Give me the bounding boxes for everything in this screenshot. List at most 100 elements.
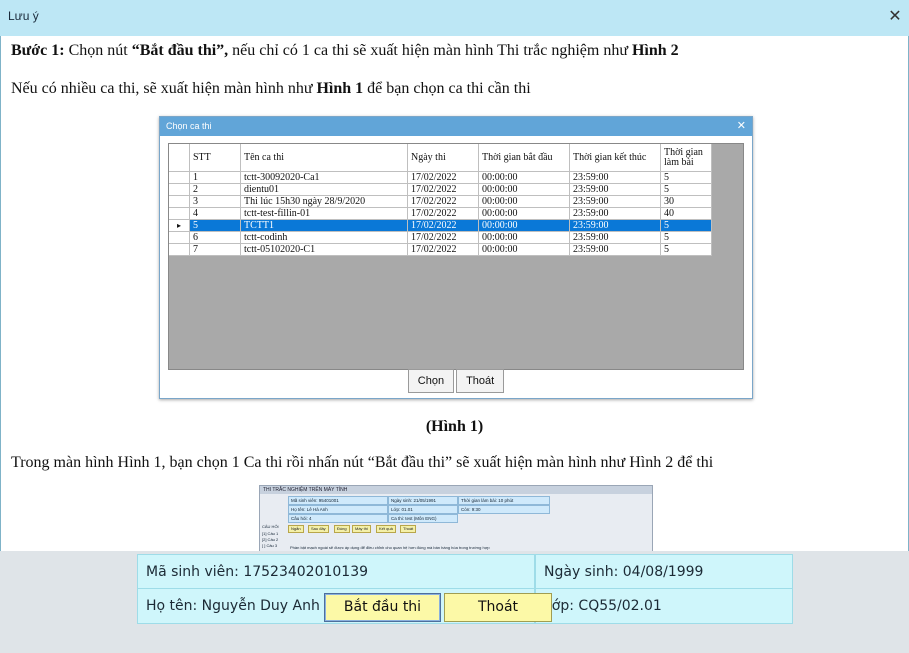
column-header: Tên ca thi — [240, 144, 408, 172]
table-row: 4 tctt-test-fillin-01 17/02/2022 00:00:00 23… — [169, 207, 712, 220]
close-icon[interactable]: ✕ — [885, 5, 905, 29]
exit-button: Thoát — [456, 369, 505, 393]
thumb-button: Ngắn — [288, 525, 304, 533]
instruction-text: Nếu có nhiều ca thi, sẽ xuất hiện màn hì… — [11, 80, 317, 97]
table-cell: 5 — [660, 243, 712, 256]
row-header — [169, 183, 190, 196]
table-cell: 23:59:00 — [569, 219, 661, 232]
column-header: Thời gian kết thúc — [569, 144, 661, 172]
table-row: ▸ 5 TCTT1 17/02/2022 00:00:00 23:59:00 5 — [169, 219, 712, 232]
row-header — [169, 207, 190, 220]
instruction-text: Chọn nút — [64, 42, 132, 59]
table-row: 3 Thi lúc 15h30 ngày 28/9/2020 17/02/2022 0… — [169, 195, 712, 208]
table-cell: 00:00:00 — [478, 231, 570, 244]
dialog-buttons: Chọn Thoát — [160, 369, 752, 393]
table-cell: 4 — [189, 207, 241, 220]
current-row-arrow-icon: ▸ — [169, 219, 190, 232]
figure-1-reference: Hình 1 — [316, 80, 364, 97]
table-cell: 00:00:00 — [478, 207, 570, 220]
thumb-cell: Lớp: 01.01 — [388, 505, 458, 514]
thumb-button: Đúng — [334, 525, 350, 533]
table-cell: 00:00:00 — [478, 171, 570, 184]
table-cell: dientu01 — [240, 183, 408, 196]
table-cell: 1 — [189, 171, 241, 184]
instructions-panel: Bước 1: Chọn nút “Bắt đầu thi”, nếu chỉ … — [0, 36, 909, 553]
table-cell: 40 — [660, 207, 712, 220]
thumb-cell: Ngày sinh: 21/05/1991 — [388, 496, 458, 505]
table-cell: 2 — [189, 183, 241, 196]
start-exam-button[interactable]: Bắt đầu thi — [324, 593, 441, 622]
table-cell: tctt-30092020-Ca1 — [240, 171, 408, 184]
row-header — [169, 231, 190, 244]
table-cell: 5 — [660, 219, 712, 232]
table-cell: 17/02/2022 — [407, 219, 479, 232]
row-header — [169, 171, 190, 184]
window-titlebar: Lưu ý ✕ — [0, 0, 909, 37]
table-cell: 17/02/2022 — [407, 207, 479, 220]
thumb-title: THI TRẮC NGHIỆM TRÊN MÁY TÍNH — [260, 486, 652, 494]
row-header — [169, 243, 190, 256]
exam-session-table: STT Tên ca thi Ngày thi Thời gian bắt đầ… — [169, 144, 712, 256]
thumb-button: Thoát — [400, 525, 417, 533]
table-cell: 5 — [660, 183, 712, 196]
thumb-left-item: [2] Câu 2 — [262, 537, 279, 542]
thumb-button: Sau đây — [308, 525, 329, 533]
table-cell: 17/02/2022 — [407, 231, 479, 244]
table-cell: 23:59:00 — [569, 171, 661, 184]
table-cell: 23:59:00 — [569, 231, 661, 244]
instruction-line-1: Bước 1: Chọn nút “Bắt đầu thi”, nếu chỉ … — [11, 42, 679, 60]
table-cell: 5 — [660, 231, 712, 244]
choose-button: Chọn — [407, 369, 455, 393]
table-row: 6 tctt-codinh 17/02/2022 00:00:00 23:59:00 5 — [169, 231, 712, 244]
instruction-text: để bạn chọn ca thi cần thi — [363, 80, 531, 97]
table-cell: tctt-test-fillin-01 — [240, 207, 408, 220]
table-cell: 17/02/2022 — [407, 183, 479, 196]
figure-1-caption: (Hình 1) — [425, 418, 484, 435]
class-field: Lớp: CQ55/02.01 — [535, 588, 793, 624]
table-cell: tctt-05102020-C1 — [240, 243, 408, 256]
column-header: STT — [189, 144, 241, 172]
instruction-line-3: Trong màn hình Hình 1, bạn chọn 1 Ca thi… — [11, 454, 714, 471]
table-cell: 23:59:00 — [569, 243, 661, 256]
table-cell: 7 — [189, 243, 241, 256]
column-header: Thời gian bắt đầu — [478, 144, 570, 172]
thumb-question: Phần bật mạch ngoài sẽ được áp dụng để đ… — [290, 545, 490, 550]
thumb-left-item: [ ] Câu 3 — [262, 543, 278, 548]
exam-session-grid: STT Tên ca thi Ngày thi Thời gian bắt đầ… — [168, 143, 744, 370]
table-cell: 00:00:00 — [478, 183, 570, 196]
thumb-button: Kết quả — [376, 525, 396, 533]
column-header: Ngày thi — [407, 144, 479, 172]
table-cell: 00:00:00 — [478, 243, 570, 256]
table-cell: TCTT1 — [240, 219, 408, 232]
window-title: Lưu ý — [8, 9, 39, 23]
start-button-reference: “Bắt đầu thi”, — [131, 42, 229, 59]
table-cell: 23:59:00 — [569, 183, 661, 196]
table-cell: 17/02/2022 — [407, 243, 479, 256]
table-cell: 00:00:00 — [478, 195, 570, 208]
figure-2-reference: Hình 2 — [631, 42, 679, 59]
thumb-cell: Ca thi: test (Môn ENG) — [388, 514, 458, 523]
row-header-corner — [169, 144, 190, 172]
table-cell: 5 — [189, 219, 241, 232]
figure-1-exam-session-dialog: Chọn ca thi ✕ STT Tên ca thi Ngày thi Th… — [159, 116, 753, 399]
student-id-field: Mã sinh viên: 17523402010139 — [137, 554, 535, 590]
thumb-cell: Câu hỏi: 4 — [288, 514, 388, 523]
table-cell: 30 — [660, 195, 712, 208]
dialog-titlebar: Chọn ca thi ✕ — [160, 117, 752, 136]
table-cell: 00:00:00 — [478, 219, 570, 232]
instruction-line-2: Nếu có nhiều ca thi, sẽ xuất hiện màn hì… — [11, 80, 531, 98]
table-cell: 17/02/2022 — [407, 171, 479, 184]
table-header-row: STT Tên ca thi Ngày thi Thời gian bắt đầ… — [169, 144, 712, 172]
column-header: Thời gian làm bài — [660, 144, 712, 172]
table-row: 1 tctt-30092020-Ca1 17/02/2022 00:00:00 23:5… — [169, 171, 712, 184]
thumb-left-head: CÂU HỎI — [262, 524, 279, 529]
thumb-cell: Mã sinh viên: 95401001 — [288, 496, 388, 505]
table-cell: 3 — [189, 195, 241, 208]
exit-button[interactable]: Thoát — [444, 593, 552, 622]
table-cell: 23:59:00 — [569, 207, 661, 220]
table-row: 2 dientu01 17/02/2022 00:00:00 23:59:00 5 — [169, 183, 712, 196]
dialog-close-icon: ✕ — [736, 120, 746, 132]
thumb-button: Máy thi — [352, 525, 371, 533]
dob-field: Ngày sinh: 04/08/1999 — [535, 554, 793, 590]
table-cell: 23:59:00 — [569, 195, 661, 208]
